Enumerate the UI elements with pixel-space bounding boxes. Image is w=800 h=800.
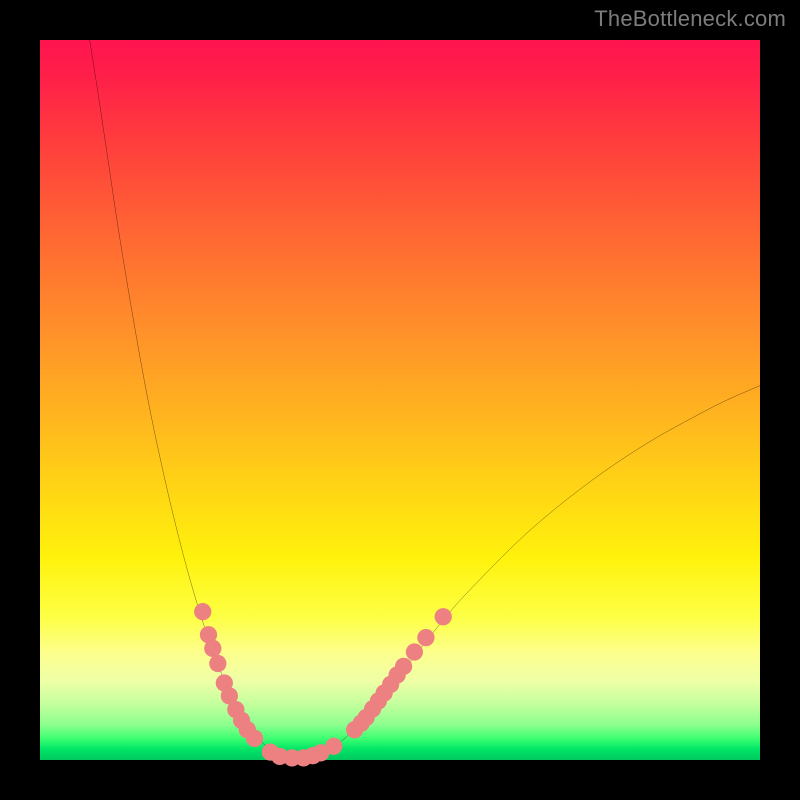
sample-marker	[194, 603, 211, 620]
watermark-label: TheBottleneck.com	[594, 6, 786, 32]
chart-svg	[40, 40, 760, 760]
bottleneck-curve	[90, 40, 760, 758]
sample-marker	[204, 640, 221, 657]
chart-frame: TheBottleneck.com	[0, 0, 800, 800]
sample-marker	[246, 730, 263, 747]
sample-marker	[395, 658, 412, 675]
sample-markers	[194, 603, 452, 766]
sample-marker	[406, 643, 423, 660]
plot-area	[40, 40, 760, 760]
sample-marker	[435, 608, 452, 625]
sample-marker	[209, 655, 226, 672]
sample-marker	[325, 738, 342, 755]
sample-marker	[417, 629, 434, 646]
